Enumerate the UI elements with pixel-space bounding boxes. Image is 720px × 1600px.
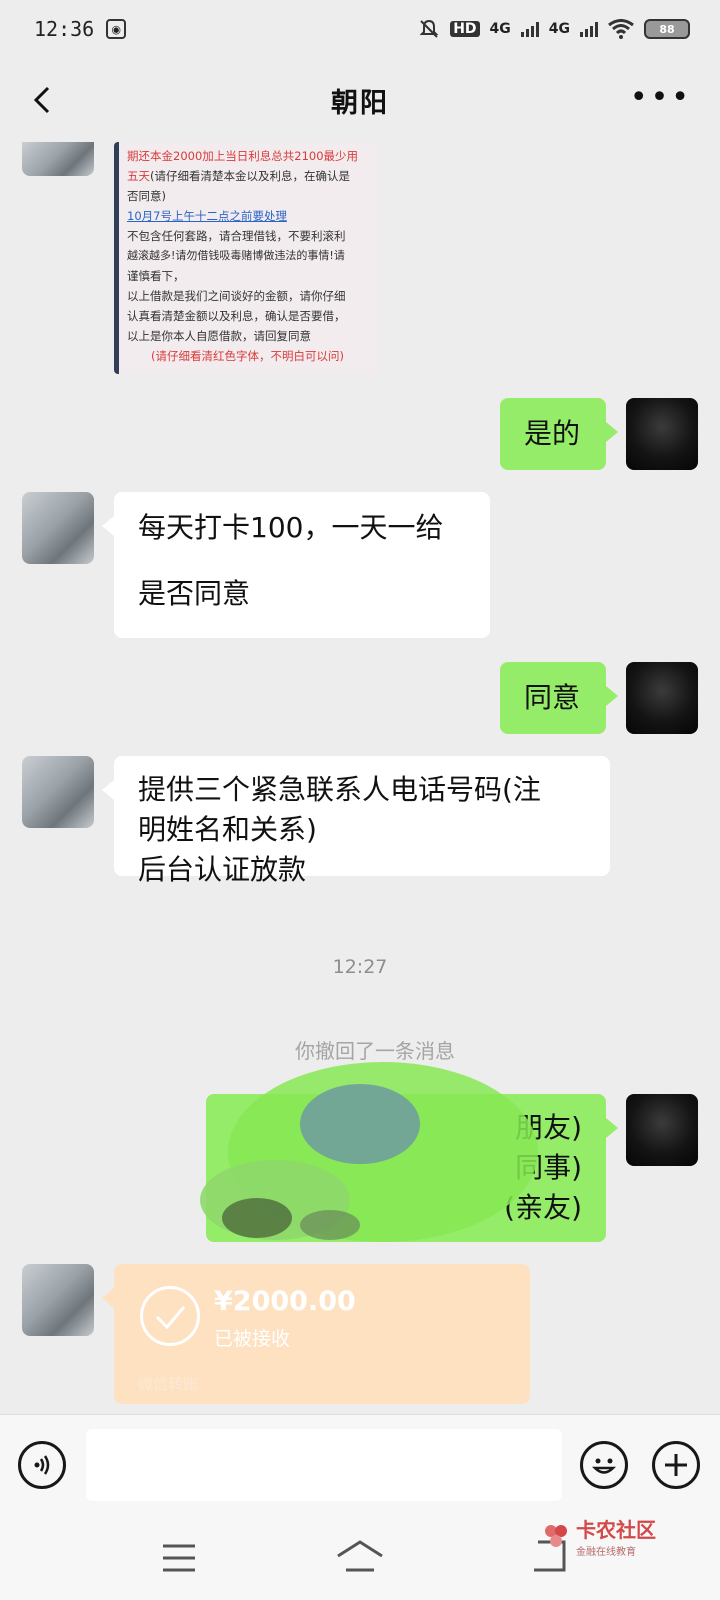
transfer-card[interactable]: ¥2000.00 已被接收 微信转账 [102,1264,530,1404]
my-avatar[interactable] [626,662,698,734]
image-line: 期还本金2000加上当日利息总共2100最少用 [127,149,359,163]
status-time: 12:36 [34,17,95,41]
back-arrow-icon[interactable] [24,80,64,120]
image-message[interactable]: 期还本金2000加上当日利息总共2100最少用 五天(请仔细看清楚本金以及利息，… [114,142,376,374]
message-text: 明姓名和关系) [138,813,317,846]
message-text: 后台认证放款 [138,853,307,886]
watermark: 卡农社区 金融在线教育 [542,1514,656,1558]
emoji-icon [591,1458,617,1474]
image-line: 越滚越多!请勿借钱吸毒赌博做违法的事情!请 [127,249,345,262]
watermark-title: 卡农社区 [576,1518,656,1542]
transfer-status: 已被接收 [214,1328,291,1350]
message-text: 是否同意 [138,577,251,610]
message-text: 同意 [524,681,581,714]
image-line: 五天(请仔细看清楚本金以及利息，在确认是 [127,169,350,183]
status-bar: 12:36 ◉ HD 4G 4G 88 [0,0,720,58]
mute-bell-icon [419,19,439,38]
image-line: 否同意) [127,189,166,203]
hd-icon: HD [450,21,480,37]
signal-icon-1 [520,21,539,37]
signal-icon-2 [580,21,598,37]
message-text: 是的 [524,417,581,450]
menu-icon[interactable] [160,1542,198,1574]
contact-avatar[interactable] [22,1264,94,1336]
chat-title: 朝阳 [331,87,389,119]
voice-icon [34,1455,50,1475]
battery-icon: 88 [644,19,690,39]
transfer-amount: ¥2000.00 [214,1286,356,1317]
message-text: 每天打卡100，一天一给 [138,511,444,544]
more-options-icon[interactable]: ••• [630,80,692,115]
image-line: 不包含任何套路，请合理借钱，不要利滚利 [127,229,346,243]
wifi-icon [608,19,634,39]
image-line: 认真看清楚金额以及利息，确认是否要借， [127,309,346,323]
input-bar [0,1414,720,1518]
my-avatar[interactable] [626,1094,698,1166]
contact-avatar[interactable] [22,756,94,828]
message-bubble-outgoing[interactable]: 同意 [500,662,618,734]
message-bubble-incoming[interactable]: 每天打卡100，一天一给 是否同意 [102,492,490,638]
emoji-button[interactable] [580,1441,628,1489]
message-text [138,548,466,574]
message-input[interactable] [86,1429,562,1501]
time-separator: 12:27 [332,956,388,978]
image-line: 以上是你本人自愿借款，请回复同意 [127,329,311,343]
message-bubble-outgoing[interactable]: 是的 [500,398,618,470]
plus-icon [665,1454,687,1476]
status-icons: HD 4G 4G 88 [418,18,690,40]
my-avatar[interactable] [626,398,698,470]
watermark-logo-icon [545,1525,567,1547]
chat-header: 朝阳 ••• [0,58,720,142]
notification-app-icon: ◉ [106,19,127,39]
contact-avatar[interactable] [22,492,94,564]
transfer-footer: 微信转账 [138,1375,199,1393]
check-circle-icon [140,1286,200,1346]
image-line: 以上借款是我们之间谈好的金额，请你仔细 [127,289,346,303]
image-line: 谨慎看下， [127,269,185,283]
image-line: (请仔细看清红色字体，不明白可以问) [151,349,344,363]
message-bubble-incoming[interactable]: 提供三个紧急联系人电话号码(注 明姓名和关系) 后台认证放款 [102,756,610,886]
watermark-subtitle: 金融在线教育 [576,1547,636,1558]
image-line: 10月7号上午十二点之前要处理 [127,209,287,223]
recall-notice: 你撤回了一条消息 [295,1039,455,1063]
network-label-1: 4G [489,21,511,37]
voice-button[interactable] [18,1441,66,1489]
home-icon[interactable] [334,1538,386,1574]
more-plus-button[interactable] [652,1441,700,1489]
message-text: 提供三个紧急联系人电话号码(注 [138,773,541,806]
contact-avatar[interactable] [22,142,94,176]
network-label-2: 4G [548,21,570,37]
